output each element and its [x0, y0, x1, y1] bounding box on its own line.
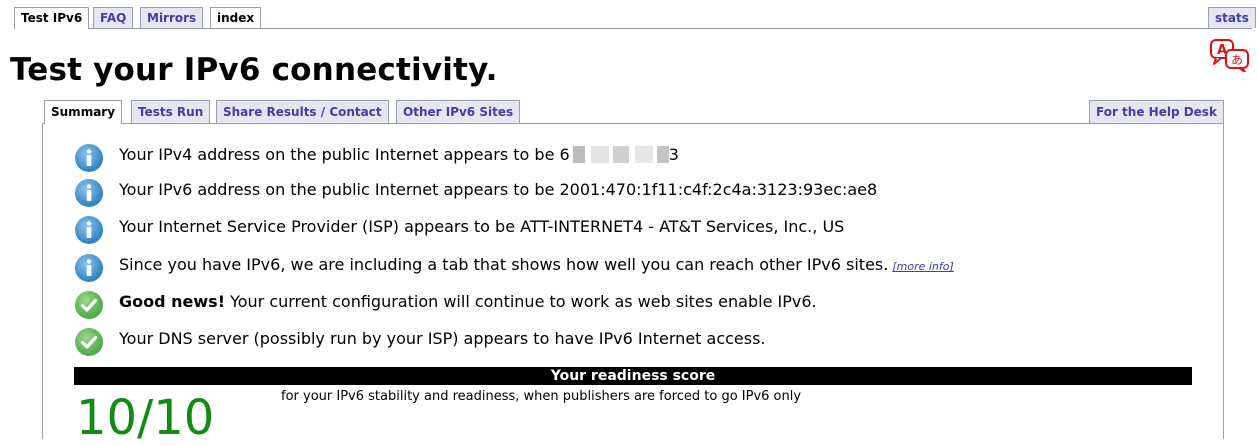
readiness-description: for your IPv6 stability and readiness, w… — [281, 389, 802, 404]
check-icon — [75, 328, 103, 356]
redaction-block — [612, 146, 629, 163]
tab-share-results[interactable]: Share Results / Contact — [216, 100, 389, 123]
ipv4-label: Your IPv4 address on the public Internet… — [119, 145, 560, 164]
message-text: Good news! Your current configuration wi… — [119, 292, 817, 312]
redaction-block — [656, 146, 669, 163]
message-text: Your Internet Service Provider (ISP) app… — [119, 217, 845, 236]
page-title: Test your IPv6 connectivity. — [10, 52, 498, 88]
message-ipv6: Your IPv6 address on the public Internet… — [74, 174, 1224, 208]
info-icon — [75, 179, 103, 207]
tab-help-desk[interactable]: For the Help Desk — [1089, 100, 1224, 123]
more-info-link[interactable]: [more info] — [892, 260, 953, 273]
redaction-block — [590, 146, 609, 163]
message-ipv6-sites: Since you have IPv6, we are including a … — [74, 249, 1224, 283]
panel-tab-divider — [42, 123, 1224, 124]
info-icon — [75, 254, 103, 282]
readiness-score: 10/10 — [76, 390, 215, 446]
top-nav: Test IPv6 FAQ Mirrors index stats — [0, 0, 1258, 30]
top-nav-divider — [14, 28, 1252, 29]
tab-faq[interactable]: FAQ — [93, 7, 134, 28]
message-dns: Your DNS server (possibly run by your IS… — [74, 323, 1224, 357]
redaction-block — [634, 146, 653, 163]
message-text: Since you have IPv6, we are including a … — [119, 255, 954, 277]
good-news-label: Good news! — [119, 292, 225, 311]
tab-stats[interactable]: stats — [1208, 7, 1256, 28]
message-body: Since you have IPv6, we are including a … — [119, 255, 889, 274]
translate-icon[interactable]: A あ — [1208, 38, 1256, 72]
message-text: Your IPv6 address on the public Internet… — [119, 180, 878, 199]
message-isp: Your Internet Service Provider (ISP) app… — [74, 211, 1224, 245]
readiness-header: Your readiness score — [74, 367, 1192, 385]
info-icon — [75, 144, 103, 172]
message-text: Your DNS server (possibly run by your IS… — [119, 329, 766, 348]
tab-tests-run[interactable]: Tests Run — [131, 100, 211, 123]
ipv4-last-digit: 3 — [668, 145, 679, 164]
check-icon — [75, 291, 103, 319]
tab-mirrors[interactable]: Mirrors — [140, 7, 204, 28]
tab-summary[interactable]: Summary — [44, 100, 123, 124]
svg-text:あ: あ — [1231, 53, 1243, 67]
tab-other-ipv6-sites[interactable]: Other IPv6 Sites — [396, 100, 521, 123]
tab-index[interactable]: index — [210, 7, 262, 28]
message-body: Your current configuration will continue… — [224, 292, 817, 311]
redaction-block — [572, 146, 585, 163]
message-good-news: Good news! Your current configuration wi… — [74, 286, 1224, 320]
panel-left-border — [42, 123, 43, 439]
message-text: Your IPv4 address on the public Internet… — [119, 145, 679, 165]
message-ipv4: Your IPv4 address on the public Internet… — [74, 139, 1224, 173]
ipv4-first-digit: 6 — [559, 145, 570, 164]
info-icon — [75, 216, 103, 244]
tab-test-ipv6[interactable]: Test IPv6 — [14, 7, 90, 29]
